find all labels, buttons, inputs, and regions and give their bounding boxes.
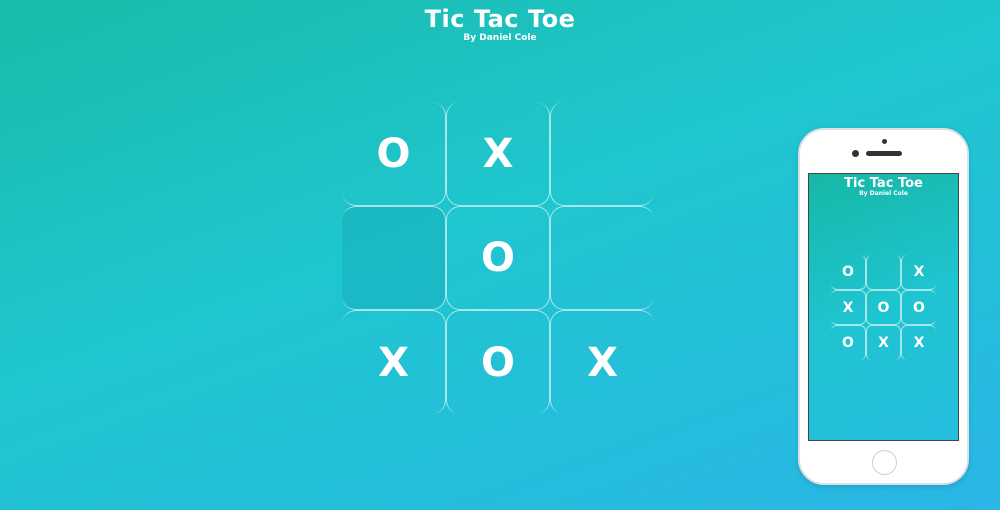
- board-cell-3[interactable]: [550, 102, 654, 206]
- phone-game-board: O X X O O O X X: [831, 255, 936, 360]
- cell-mark: X: [913, 264, 925, 280]
- cell-mark: X: [482, 130, 514, 177]
- cell-mark: O: [480, 235, 515, 281]
- phone-board-cell-8: X: [866, 325, 901, 360]
- speaker-icon: [866, 151, 902, 156]
- phone-page-title: Tic Tac Toe: [844, 176, 923, 191]
- phone-screen: Tic Tac Toe By Daniel Cole O X X O O O X…: [808, 173, 959, 441]
- cell-mark: X: [842, 299, 854, 316]
- camera-icon: [882, 139, 887, 144]
- phone-board-cell-3: X: [901, 255, 936, 290]
- page-title: Tic Tac Toe: [424, 5, 576, 33]
- board-cell-7[interactable]: X: [342, 310, 446, 414]
- board-cell-5[interactable]: O: [446, 206, 550, 310]
- board-cell-6[interactable]: [550, 206, 654, 310]
- cell-mark: X: [378, 339, 409, 386]
- sensor-icon: [852, 150, 859, 157]
- board-cell-8[interactable]: O: [446, 310, 550, 414]
- game-board: O X O X O X: [342, 102, 654, 414]
- board-cell-4[interactable]: [342, 206, 446, 310]
- cell-mark: O: [913, 299, 925, 316]
- cell-mark: O: [480, 339, 515, 386]
- author-credit: By Daniel Cole: [463, 33, 537, 43]
- cell-mark: X: [587, 339, 618, 386]
- cell-mark: O: [842, 335, 854, 351]
- phone-board-cell-7: O: [831, 325, 866, 360]
- header: Tic Tac Toe By Daniel Cole: [0, 6, 1000, 44]
- cell-mark: X: [878, 335, 889, 351]
- phone-board-cell-1: O: [831, 255, 866, 290]
- phone-board-cell-4: X: [831, 290, 866, 325]
- cell-mark: O: [877, 299, 890, 316]
- board-cell-1[interactable]: O: [342, 102, 446, 206]
- cell-mark: O: [376, 130, 411, 177]
- phone-mockup: Tic Tac Toe By Daniel Cole O X X O O O X…: [798, 128, 969, 485]
- cell-mark: O: [842, 264, 854, 280]
- home-button: [872, 450, 897, 475]
- cell-mark: X: [913, 335, 925, 351]
- board-cell-2[interactable]: X: [446, 102, 550, 206]
- phone-board-cell-9: X: [901, 325, 936, 360]
- phone-board-cell-2: [866, 255, 901, 290]
- board-cell-9[interactable]: X: [550, 310, 654, 414]
- phone-board-cell-5: O: [866, 290, 901, 325]
- phone-author-credit: By Daniel Cole: [859, 190, 908, 197]
- phone-board-cell-6: O: [901, 290, 936, 325]
